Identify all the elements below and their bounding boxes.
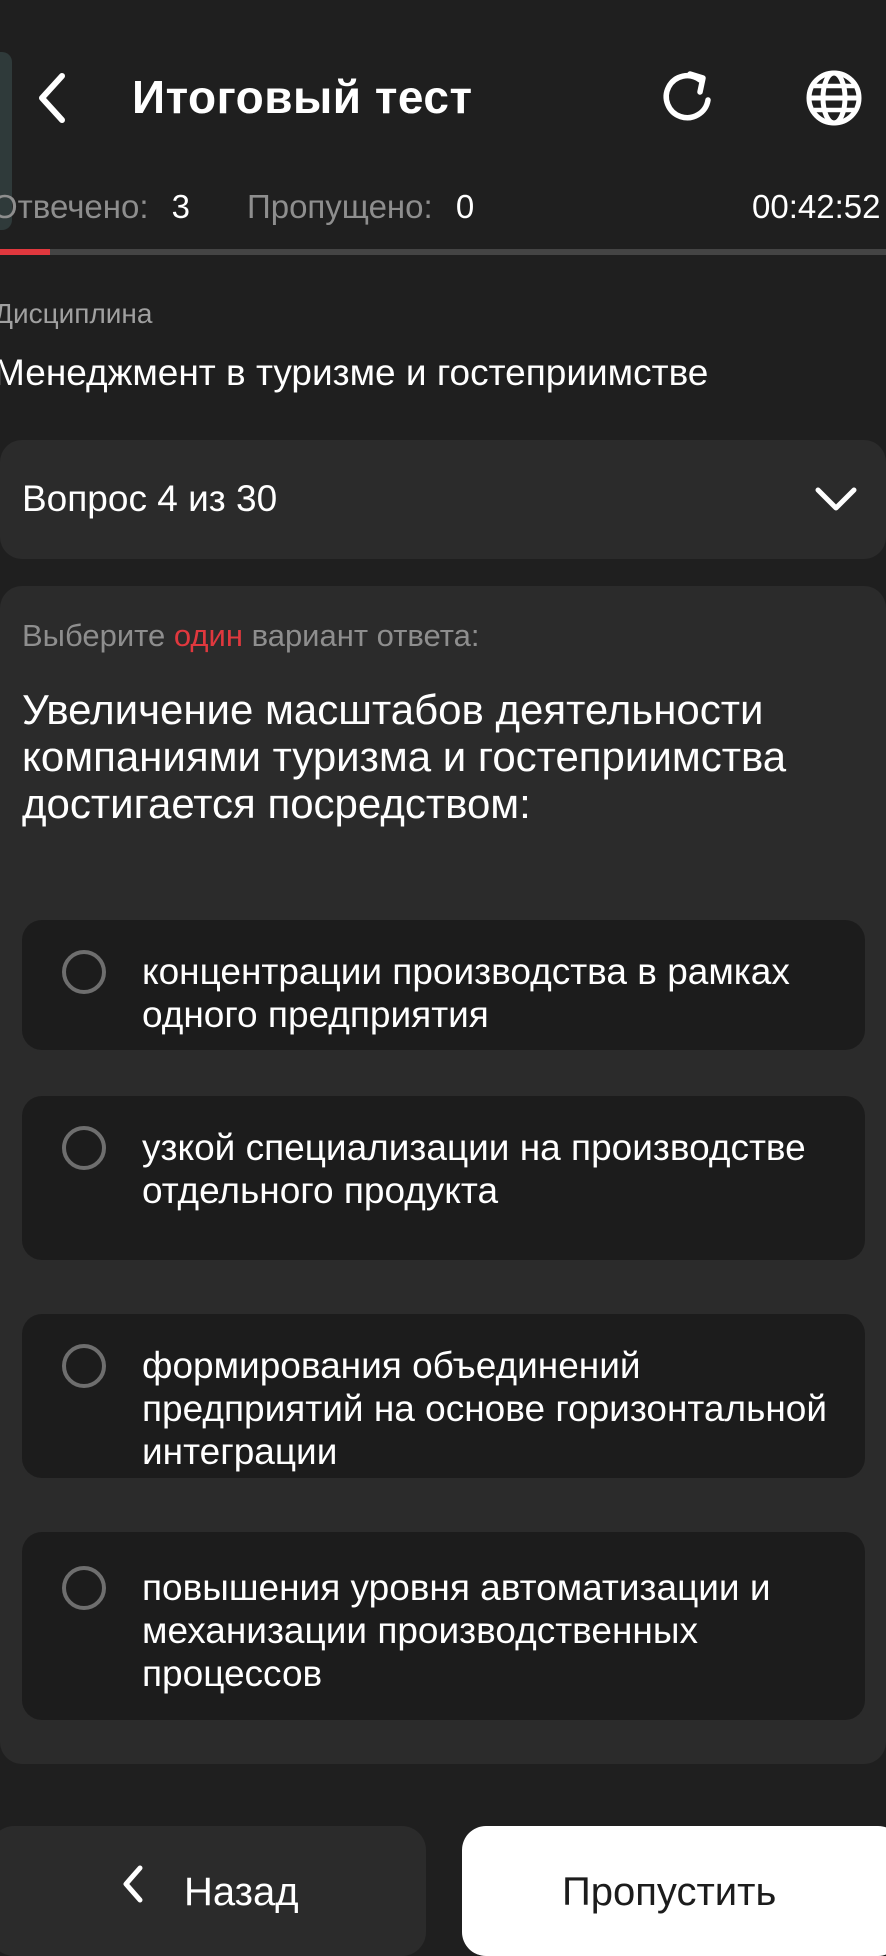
header-bar: Итоговый тест [0,0,886,200]
question-number: Вопрос 4 из 30 [22,478,278,519]
discipline-name: Менеджмент в туризме и гостеприимстве [0,352,709,393]
answered-stat: Отвечено: 3 [0,188,190,226]
instruction-accent: один [173,618,243,653]
back-nav-button[interactable]: Назад [0,1826,426,1956]
refresh-button[interactable] [652,62,724,134]
answer-option[interactable]: концентрации производства в рамках одног… [22,920,865,1050]
instruction-before: Выберите [22,618,174,653]
chevron-left-icon [39,73,65,123]
question-selector[interactable]: Вопрос 4 из 30 [0,440,886,559]
option-label: формирования объединений предприятий на … [142,1345,828,1472]
answer-option[interactable]: узкой специализации на производстве отде… [22,1096,865,1260]
skip-label: Пропустить [562,1870,777,1914]
question-card: Выберите один вариант ответа: Увеличение… [0,586,886,1764]
chevron-down-icon [806,470,866,530]
skipped-count: 0 [455,188,475,225]
answer-option[interactable]: формирования объединений предприятий на … [22,1314,865,1478]
instruction-after: вариант ответа: [242,618,480,653]
option-label: концентрации производства в рамках одног… [142,951,790,1035]
back-button[interactable] [22,62,82,134]
option-label: узкой специализации на производстве отде… [142,1127,806,1211]
radio-icon[interactable] [62,1566,106,1610]
skipped-label: Пропущено: [247,188,433,225]
timer: 00:42:52 [752,188,881,225]
globe-icon [806,70,862,126]
progress-fill [0,249,51,255]
back-nav-label: Назад [184,1870,299,1914]
answered-label: Отвечено: [0,188,149,225]
radio-icon[interactable] [62,950,106,994]
page-title: Итоговый тест [132,71,473,123]
chevron-left-icon [123,1865,143,1903]
test-stats: Отвечено: 3 Пропущено: 0 00:42:52 [0,188,886,236]
option-label: повышения уровня автоматизации и механиз… [142,1567,771,1694]
discipline-label: Дисциплина [0,298,153,329]
language-button[interactable] [798,62,870,134]
skipped-stat: Пропущено: 0 [247,188,474,226]
answered-count: 3 [171,188,191,225]
footer-actions: Назад Пропустить [0,1826,886,1956]
answer-instruction: Выберите один вариант ответа: [22,618,479,654]
radio-icon[interactable] [62,1344,106,1388]
radio-icon[interactable] [62,1126,106,1170]
answer-option[interactable]: повышения уровня автоматизации и механиз… [22,1532,865,1720]
question-text: Увеличение масштабов деятельности компан… [22,686,787,827]
skip-button[interactable]: Пропустить [462,1826,886,1956]
progress-bar [0,249,886,255]
refresh-icon [663,71,711,121]
